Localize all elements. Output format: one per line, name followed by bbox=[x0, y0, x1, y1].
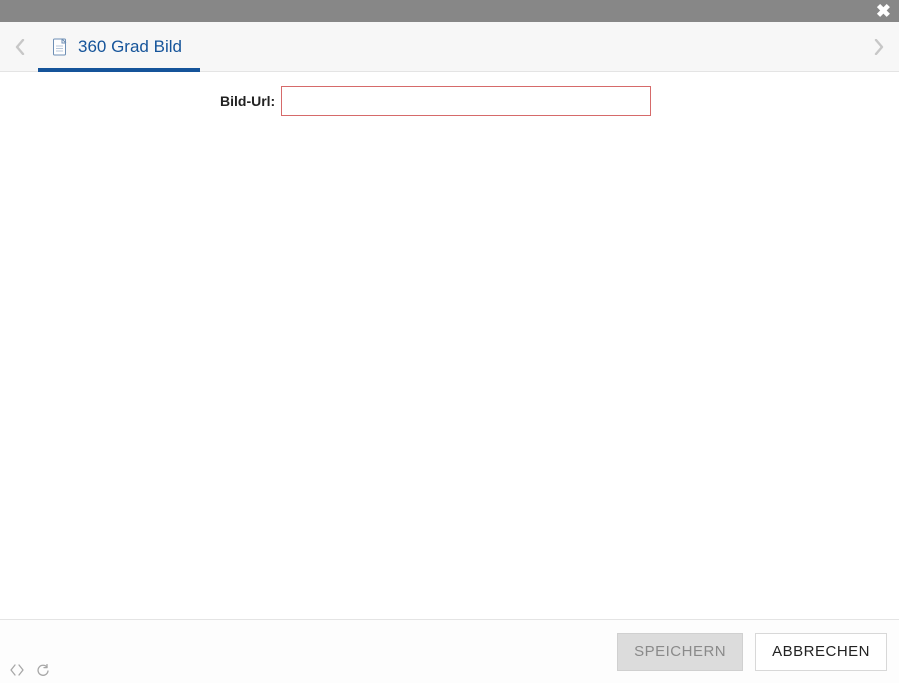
form-row-bild-url: Bild-Url: bbox=[220, 86, 879, 116]
tab-label: 360 Grad Bild bbox=[78, 37, 182, 57]
footer-status-icons bbox=[10, 664, 49, 679]
bild-url-input[interactable] bbox=[281, 86, 651, 116]
tab-next-icon[interactable] bbox=[869, 39, 889, 55]
bild-url-label: Bild-Url: bbox=[220, 93, 275, 109]
dialog-window: ✖ 360 Grad Bild Bild-Url: bbox=[0, 0, 899, 683]
cancel-button[interactable]: ABBRECHEN bbox=[755, 633, 887, 671]
save-button[interactable]: SPEICHERN bbox=[617, 633, 743, 671]
dialog-footer: SPEICHERN ABBRECHEN bbox=[0, 619, 899, 683]
document-icon bbox=[52, 38, 68, 56]
refresh-icon[interactable] bbox=[36, 664, 49, 679]
tab-360-grad-bild[interactable]: 360 Grad Bild bbox=[38, 22, 200, 71]
titlebar: ✖ bbox=[0, 0, 899, 22]
code-icon[interactable] bbox=[10, 664, 24, 679]
tab-strip: 360 Grad Bild bbox=[0, 22, 899, 72]
close-icon[interactable]: ✖ bbox=[876, 1, 891, 21]
tab-prev-icon[interactable] bbox=[10, 39, 30, 55]
dialog-content: Bild-Url: bbox=[0, 72, 899, 619]
